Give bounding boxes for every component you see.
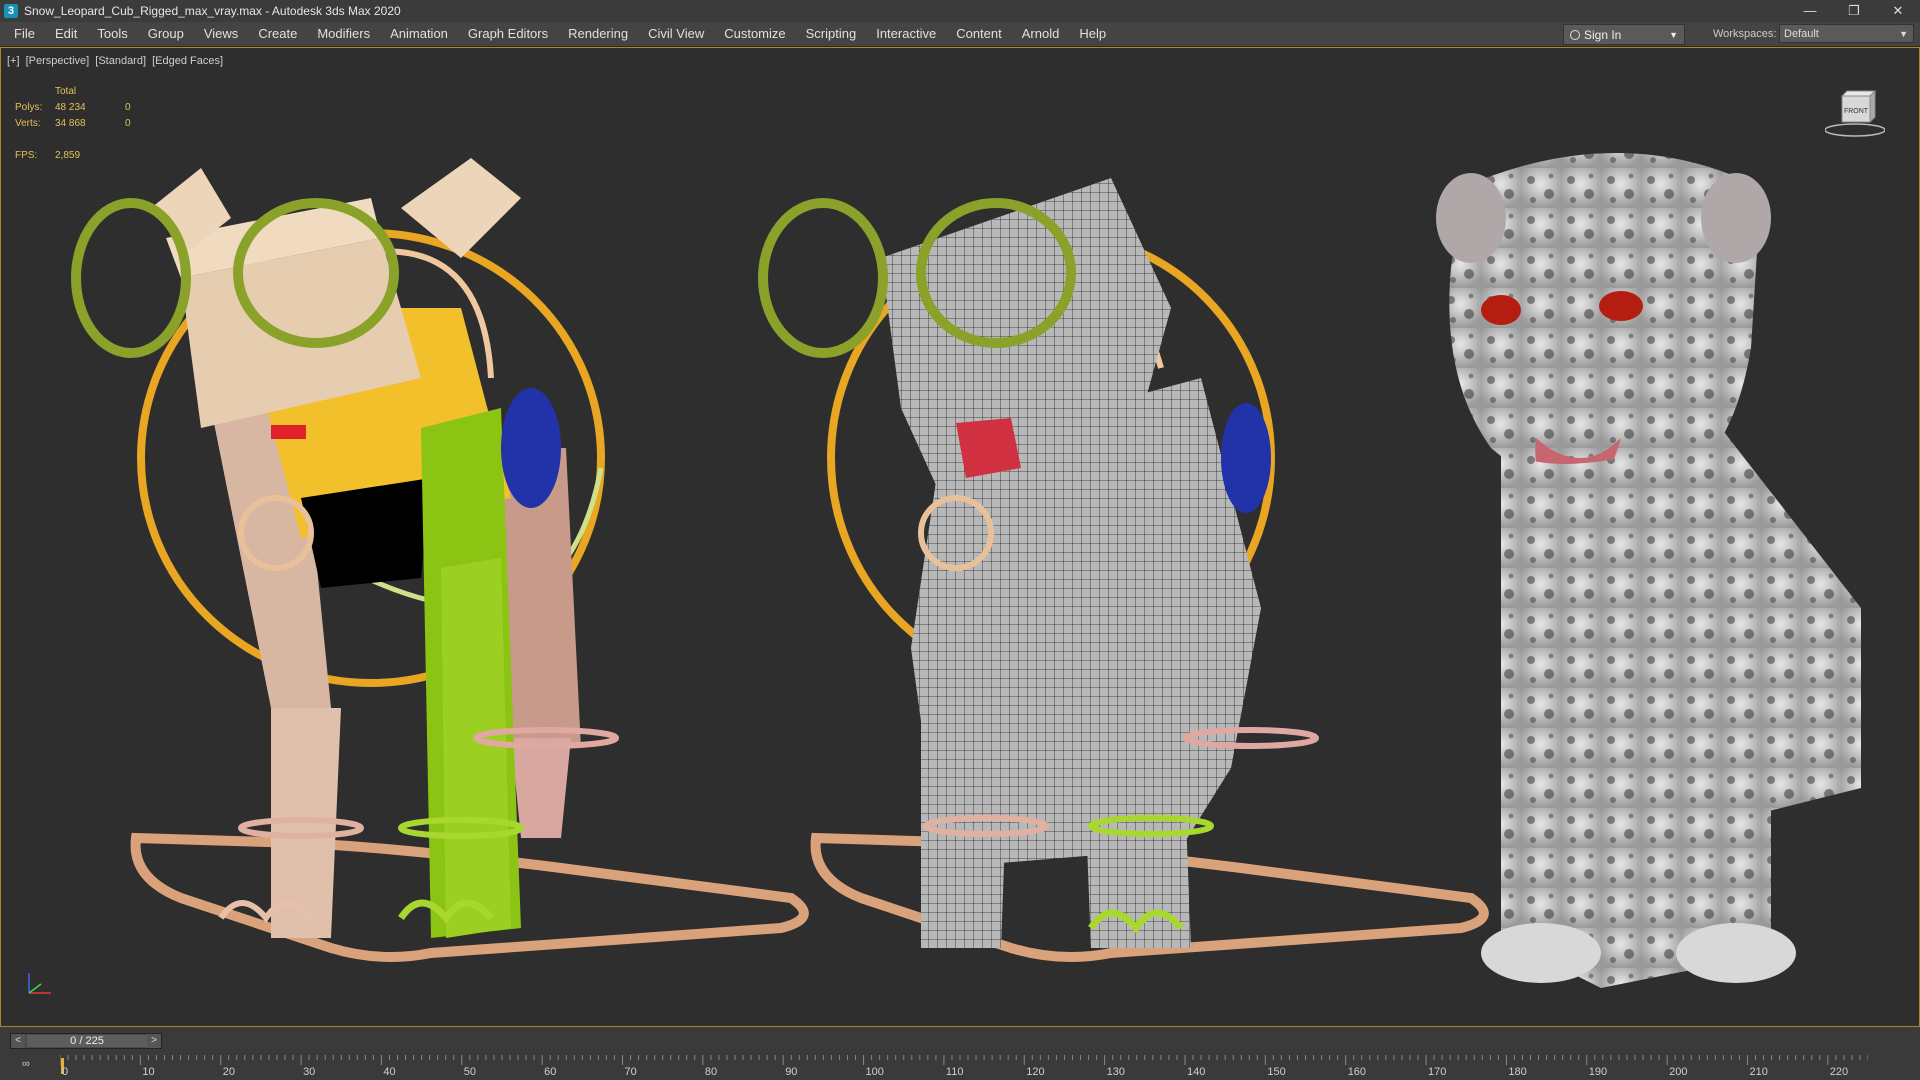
3dsmax-icon: 3 bbox=[4, 4, 18, 18]
window-controls: — ❐ ✕ bbox=[1788, 0, 1920, 22]
track-bar-ticks: 0 10 20 30 40 50 60 70 80 90 100 110 120 130 140 150 160… bbox=[60, 1055, 1868, 1077]
track-tick-label: 90 bbox=[785, 1066, 797, 1077]
menu-arnold[interactable]: Arnold bbox=[1012, 22, 1070, 46]
minimize-icon[interactable]: — bbox=[1788, 0, 1832, 22]
viewport-pov[interactable]: [Perspective] bbox=[26, 55, 90, 67]
menu-animation[interactable]: Animation bbox=[380, 22, 458, 46]
menu-help[interactable]: Help bbox=[1069, 22, 1116, 46]
prev-frame-button[interactable]: < bbox=[11, 1034, 25, 1048]
track-tick-label: 130 bbox=[1107, 1066, 1125, 1077]
track-tick-label: 80 bbox=[705, 1066, 717, 1077]
polys-value: 48 234 bbox=[55, 102, 86, 113]
chevron-down-icon: ▼ bbox=[1899, 29, 1908, 39]
viewport-shading-standard[interactable]: [Standard] bbox=[95, 55, 146, 67]
verts-selected: 0 bbox=[125, 118, 131, 129]
window-title: Snow_Leopard_Cub_Rigged_max_vray.max - A… bbox=[24, 4, 401, 18]
track-tick-label: 60 bbox=[544, 1066, 556, 1077]
verts-value: 34 868 bbox=[55, 118, 86, 129]
title-bar: 3 Snow_Leopard_Cub_Rigged_max_vray.max -… bbox=[0, 0, 1920, 22]
menu-edit[interactable]: Edit bbox=[45, 22, 87, 46]
track-tick-label: 10 bbox=[142, 1066, 154, 1077]
menu-bar: File Edit Tools Group Views Create Modif… bbox=[0, 22, 1920, 47]
track-tick-label: 40 bbox=[383, 1066, 395, 1077]
menu-interactive[interactable]: Interactive bbox=[866, 22, 946, 46]
user-icon bbox=[1570, 29, 1580, 40]
viewport-shading-edged[interactable]: [Edged Faces] bbox=[152, 55, 223, 67]
time-slider-thumb[interactable]: 0 / 225 bbox=[27, 1035, 147, 1047]
menu-customize[interactable]: Customize bbox=[714, 22, 795, 46]
wireframe-model bbox=[758, 178, 1489, 962]
viewport-label[interactable]: [+] [Perspective] [Standard] [Edged Face… bbox=[7, 55, 226, 67]
close-icon[interactable]: ✕ bbox=[1876, 0, 1920, 22]
menu-graph-editors[interactable]: Graph Editors bbox=[458, 22, 558, 46]
track-tick-label: 200 bbox=[1669, 1066, 1687, 1077]
track-tick-label: 170 bbox=[1428, 1066, 1446, 1077]
track-tick-label: 100 bbox=[866, 1066, 884, 1077]
sign-in-label: Sign In bbox=[1584, 27, 1622, 42]
menu-tools[interactable]: Tools bbox=[87, 22, 137, 46]
verts-label: Verts: bbox=[15, 118, 41, 129]
polys-selected: 0 bbox=[125, 102, 131, 113]
fps-label: FPS: bbox=[15, 150, 38, 161]
workspace-value: Default bbox=[1784, 28, 1819, 40]
viewcube[interactable]: FRONT bbox=[1824, 86, 1886, 137]
polys-label: Polys: bbox=[15, 102, 43, 113]
scene-stats: Total Polys: 48 234 0 Verts: 34 868 0 FP… bbox=[15, 84, 131, 164]
track-tick-label: 0 bbox=[62, 1066, 68, 1077]
menu-group[interactable]: Group bbox=[138, 22, 194, 46]
menu-content[interactable]: Content bbox=[946, 22, 1012, 46]
menu-modifiers[interactable]: Modifiers bbox=[307, 22, 380, 46]
track-tick-label: 50 bbox=[464, 1066, 476, 1077]
viewcube-face-label: FRONT bbox=[1844, 108, 1869, 115]
perspective-viewport[interactable]: [+] [Perspective] [Standard] [Edged Face… bbox=[0, 47, 1920, 1027]
track-tick-label: 220 bbox=[1830, 1066, 1848, 1077]
time-slider-area: < 0 / 225 > ∞ 0 10 20 30 40 50 60 70 80 90 100 110 1… bbox=[0, 1027, 1920, 1080]
fps-value: 2,859 bbox=[55, 150, 81, 161]
track-tick-label: 150 bbox=[1267, 1066, 1285, 1077]
workspace-dropdown[interactable]: Default ▼ bbox=[1779, 24, 1914, 43]
time-slider[interactable]: < 0 / 225 > bbox=[10, 1033, 162, 1049]
rendered-leopard-model bbox=[1436, 153, 1861, 988]
scene-render bbox=[28, 153, 1861, 994]
viewcube-icon: FRONT bbox=[1824, 89, 1886, 137]
restore-icon[interactable]: ❐ bbox=[1832, 0, 1876, 22]
menu-create[interactable]: Create bbox=[248, 22, 307, 46]
track-tick-label: 210 bbox=[1749, 1066, 1767, 1077]
track-tick-label: 110 bbox=[946, 1066, 964, 1077]
app-window: 3 Snow_Leopard_Cub_Rigged_max_vray.max -… bbox=[0, 0, 1920, 1080]
track-tick-label: 140 bbox=[1187, 1066, 1205, 1077]
stats-header: Total bbox=[55, 86, 77, 97]
chevron-down-icon: ▼ bbox=[1669, 29, 1678, 40]
axis-gizmo-icon bbox=[28, 973, 51, 994]
menu-views[interactable]: Views bbox=[194, 22, 248, 46]
track-bar[interactable]: 0 10 20 30 40 50 60 70 80 90 100 110 120 130 140 150 160… bbox=[60, 1055, 1868, 1077]
track-tick-label: 120 bbox=[1026, 1066, 1044, 1077]
rig-proxy-model bbox=[71, 158, 809, 962]
menu-rendering[interactable]: Rendering bbox=[558, 22, 638, 46]
curve-editor-toggle-icon[interactable]: ∞ bbox=[22, 1058, 30, 1070]
track-tick-label: 180 bbox=[1508, 1066, 1526, 1077]
menu-civil-view[interactable]: Civil View bbox=[638, 22, 714, 46]
track-tick-label: 160 bbox=[1348, 1066, 1366, 1077]
menu-scripting[interactable]: Scripting bbox=[796, 22, 867, 46]
viewport-menu-plus[interactable]: [+] bbox=[7, 55, 20, 67]
track-tick-label: 30 bbox=[303, 1066, 315, 1077]
next-frame-button[interactable]: > bbox=[147, 1034, 161, 1048]
track-tick-label: 70 bbox=[624, 1066, 636, 1077]
track-tick-label: 190 bbox=[1589, 1066, 1607, 1077]
menu-file[interactable]: File bbox=[0, 22, 45, 46]
track-tick-label: 20 bbox=[223, 1066, 235, 1077]
workspaces-label: Workspaces: bbox=[1713, 28, 1777, 40]
sign-in-button[interactable]: Sign In ▼ bbox=[1563, 24, 1685, 45]
